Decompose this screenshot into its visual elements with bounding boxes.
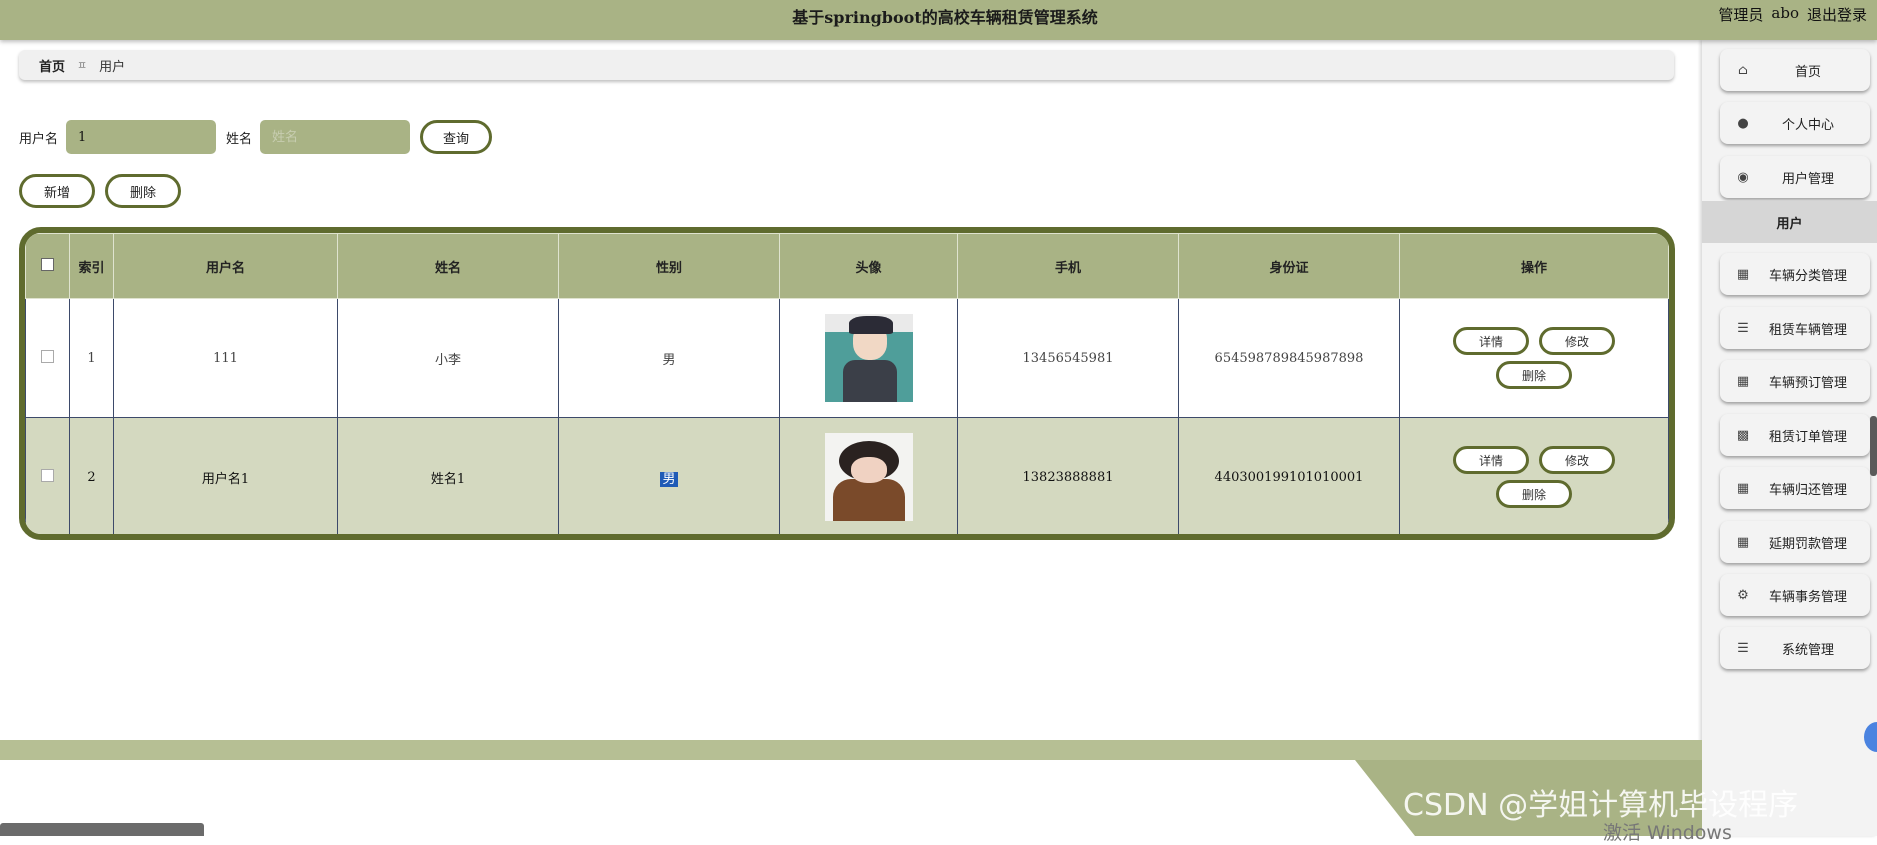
row-name: 姓名1 <box>337 417 559 534</box>
column-header-username: 用户名 <box>113 233 338 299</box>
windows-activation-text: 激活 Windows <box>1603 822 1732 844</box>
scrollbar-thumb[interactable] <box>1870 416 1877 476</box>
select-all-cell[interactable] <box>25 233 70 299</box>
row-gender-cell: 男 <box>558 417 780 534</box>
row-checkbox[interactable] <box>41 349 54 363</box>
sidebar-item-user-management[interactable]: ◉ 用户管理 <box>1720 156 1870 198</box>
cup-icon: ▩ <box>1736 427 1750 443</box>
sidebar-item-rental-vehicle[interactable]: ☰ 租赁车辆管理 <box>1720 307 1870 349</box>
select-all-checkbox[interactable] <box>41 257 54 271</box>
user-role: 管理员 <box>1718 6 1764 24</box>
row-avatar-cell <box>779 417 958 534</box>
row-username: 111 <box>113 298 338 418</box>
delete-button[interactable]: 删除 <box>1496 480 1572 508</box>
list-icon: ☰ <box>1737 640 1749 656</box>
sliders-icon: ⚙ <box>1737 587 1749 603</box>
grid-icon: ▦ <box>1736 480 1750 496</box>
taskbar-fragment <box>0 823 204 836</box>
row-gender: 男 <box>558 298 780 418</box>
add-button[interactable]: 新增 <box>19 174 95 208</box>
user-table: 索引 用户名 姓名 性别 头像 手机 身份证 操作 1 111 小李 男 134… <box>19 227 1675 540</box>
sidebar: ⌂ 首页 ● 个人中心 ◉ 用户管理 用户 ▦ 车辆分类管理 ☰ 租赁车辆管理 … <box>1702 40 1877 836</box>
row-index: 1 <box>69 298 114 418</box>
footer-band <box>0 740 1702 760</box>
detail-button[interactable]: 详情 <box>1453 446 1529 474</box>
column-header-id-card: 身份证 <box>1178 233 1400 299</box>
row-select-cell[interactable] <box>25 417 70 534</box>
row-phone: 13823888881 <box>957 417 1179 534</box>
sidebar-item-profile[interactable]: ● 个人中心 <box>1720 102 1870 144</box>
column-header-name: 姓名 <box>337 233 559 299</box>
breadcrumb-separator: ㅍ <box>77 59 88 72</box>
grid-icon: ▦ <box>1736 373 1750 389</box>
column-header-gender: 性别 <box>558 233 780 299</box>
column-header-actions: 操作 <box>1399 233 1669 299</box>
grid-icon: ▦ <box>1736 534 1750 550</box>
row-id-card: 440300199101010001 <box>1178 417 1400 534</box>
row-select-cell[interactable] <box>25 298 70 418</box>
edit-button[interactable]: 修改 <box>1539 327 1615 355</box>
column-header-phone: 手机 <box>957 233 1179 299</box>
row-gender: 男 <box>660 471 678 487</box>
logout-link[interactable]: 退出登录 <box>1807 4 1867 25</box>
row-actions: 详情 修改 删除 <box>1399 417 1669 534</box>
row-id-card: 654598789845987898 <box>1178 298 1400 418</box>
table-row: 1 111 小李 男 13456545981 65459878984598789… <box>25 298 1669 418</box>
sidebar-item-vehicle-booking[interactable]: ▦ 车辆预订管理 <box>1720 360 1870 402</box>
sidebar-item-rental-order[interactable]: ▩ 租赁订单管理 <box>1720 414 1870 456</box>
home-icon: ⌂ <box>1738 62 1748 78</box>
list-icon: ☰ <box>1737 320 1749 336</box>
column-header-avatar: 头像 <box>779 233 958 299</box>
user-name: abo <box>1771 4 1799 22</box>
delete-button[interactable]: 删除 <box>1496 361 1572 389</box>
table-row: 2 用户名1 姓名1 男 13823888881 440300199101010… <box>25 417 1669 534</box>
app-title: 基于springboot的高校车辆租赁管理系统 <box>792 8 1098 27</box>
row-checkbox[interactable] <box>41 468 54 482</box>
sidebar-item-vehicle-affairs[interactable]: ⚙ 车辆事务管理 <box>1720 574 1870 616</box>
batch-delete-button[interactable]: 删除 <box>105 174 181 208</box>
breadcrumb: 首页 ㅍ 用户 <box>19 50 1674 80</box>
sidebar-item-late-fine[interactable]: ▦ 延期罚款管理 <box>1720 521 1870 563</box>
column-header-index: 索引 <box>69 233 114 299</box>
avatar <box>824 314 913 402</box>
top-header: 基于springboot的高校车辆租赁管理系统 管理员 abo 退出登录 <box>0 0 1877 40</box>
query-button[interactable]: 查询 <box>420 120 493 154</box>
row-index: 2 <box>69 417 114 534</box>
table-header-row: 索引 用户名 姓名 性别 头像 手机 身份证 操作 <box>25 233 1669 299</box>
edit-button[interactable]: 修改 <box>1539 446 1615 474</box>
action-bar: 新增 删除 <box>19 174 181 208</box>
breadcrumb-current: 用户 <box>99 59 126 75</box>
user-area: 管理员 abo 退出登录 <box>1718 4 1867 25</box>
row-actions: 详情 修改 删除 <box>1399 298 1669 418</box>
name-label: 姓名 <box>226 131 253 147</box>
detail-button[interactable]: 详情 <box>1453 327 1529 355</box>
sidebar-item-system[interactable]: ☰ 系统管理 <box>1720 627 1870 669</box>
user-icon: ● <box>1737 115 1749 131</box>
breadcrumb-home[interactable]: 首页 <box>39 56 65 75</box>
sidebar-subitem-user[interactable]: 用户 <box>1702 201 1877 243</box>
name-input[interactable] <box>260 120 411 154</box>
search-bar: 用户名 姓名 查询 <box>19 120 493 154</box>
row-username: 用户名1 <box>113 417 338 534</box>
sidebar-item-vehicle-category[interactable]: ▦ 车辆分类管理 <box>1720 253 1870 295</box>
sidebar-item-vehicle-return[interactable]: ▦ 车辆归还管理 <box>1720 467 1870 509</box>
sidebar-item-home[interactable]: ⌂ 首页 <box>1720 49 1870 91</box>
username-input[interactable] <box>66 120 217 154</box>
pin-icon: ◉ <box>1737 169 1749 185</box>
username-label: 用户名 <box>19 131 59 147</box>
grid-icon: ▦ <box>1736 266 1750 282</box>
row-avatar-cell <box>779 298 958 418</box>
row-name: 小李 <box>337 298 559 418</box>
watermark-text: CSDN @学姐计算机毕设程序 <box>1403 788 1799 823</box>
row-phone: 13456545981 <box>957 298 1179 418</box>
avatar <box>824 433 913 521</box>
